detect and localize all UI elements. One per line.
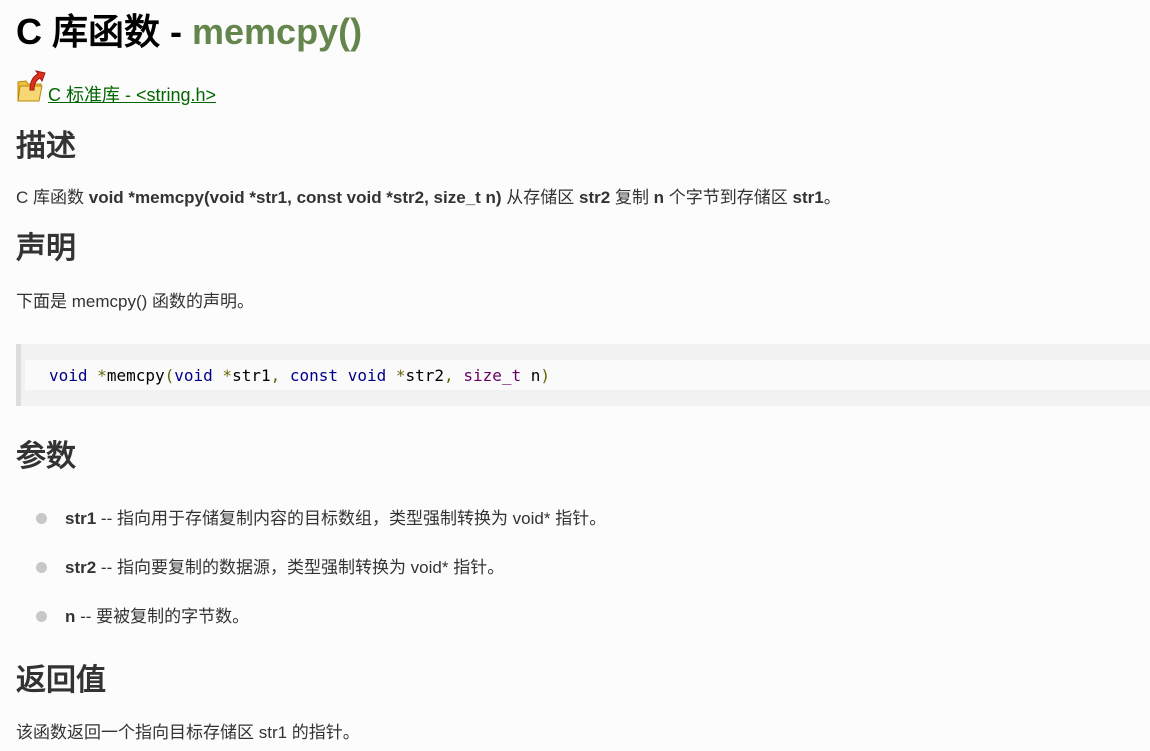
bullet-icon bbox=[36, 611, 47, 622]
code-token: * bbox=[395, 366, 406, 385]
bullet-icon bbox=[36, 562, 47, 573]
parameter-desc: -- 指向要复制的数据源，类型强制转换为 void* 指针。 bbox=[96, 558, 505, 577]
parameter-name: str2 bbox=[65, 558, 97, 577]
heading-declaration: 声明 bbox=[16, 232, 76, 265]
description-mid1: 从存储区 bbox=[501, 188, 580, 207]
code-token: size_t bbox=[463, 366, 522, 385]
code-token: n bbox=[521, 366, 541, 385]
heading-description: 描述 bbox=[16, 130, 76, 163]
code-token: const bbox=[289, 366, 339, 385]
heading-parameters: 参数 bbox=[16, 440, 76, 473]
parameter-desc: -- 要被复制的字节数。 bbox=[75, 607, 250, 626]
list-item: n -- 要被复制的字节数。 bbox=[16, 598, 1150, 647]
title-prefix: C 库函数 - bbox=[16, 11, 192, 52]
description-prefix: C 库函数 bbox=[16, 188, 89, 207]
code-token: , bbox=[444, 366, 454, 385]
bullet-icon bbox=[36, 513, 47, 524]
parameter-list: str1 -- 指向用于存储复制内容的目标数组，类型强制转换为 void* 指针… bbox=[16, 500, 1150, 647]
title-function-name: memcpy() bbox=[192, 11, 363, 52]
declaration-intro: 下面是 memcpy() 函数的声明。 bbox=[16, 292, 254, 311]
back-link-c-standard-library[interactable]: C 标准库 - <string.h> bbox=[48, 84, 216, 106]
description-mid2: 复制 bbox=[610, 188, 654, 207]
code-token: void bbox=[174, 366, 213, 385]
code-declaration: void *memcpy(void *str1, const void *str… bbox=[49, 366, 550, 386]
code-line-background: void *memcpy(void *str1, const void *str… bbox=[25, 360, 1150, 390]
parameter-text: str1 -- 指向用于存储复制内容的目标数组，类型强制转换为 void* 指针… bbox=[65, 507, 606, 531]
code-token: void bbox=[347, 366, 387, 385]
description-signature: void *memcpy(void *str1, const void *str… bbox=[88, 188, 502, 207]
folder-up-arrow-icon bbox=[17, 70, 46, 102]
code-token: memcpy bbox=[106, 366, 165, 385]
code-block: void *memcpy(void *str1, const void *str… bbox=[16, 344, 1150, 406]
code-token: * bbox=[222, 366, 233, 385]
parameter-text: n -- 要被复制的字节数。 bbox=[65, 605, 249, 629]
parameter-desc: -- 指向用于存储复制内容的目标数组，类型强制转换为 void* 指针。 bbox=[96, 509, 607, 528]
code-token: str1 bbox=[232, 366, 271, 385]
parameter-name: n bbox=[65, 607, 76, 626]
description-text: C 库函数 void *memcpy(void *str1, const voi… bbox=[16, 186, 841, 210]
parameter-name: str1 bbox=[65, 509, 97, 528]
code-token: , bbox=[270, 366, 281, 385]
heading-return-value: 返回值 bbox=[16, 664, 106, 697]
code-token: * bbox=[97, 366, 107, 385]
code-token: void bbox=[49, 366, 88, 385]
code-token: str2 bbox=[405, 366, 445, 385]
description-mid3: 个字节到存储区 bbox=[664, 188, 793, 207]
description-dest: str1 bbox=[792, 188, 824, 207]
list-item: str2 -- 指向要复制的数据源，类型强制转换为 void* 指针。 bbox=[16, 549, 1150, 598]
code-token: ) bbox=[540, 366, 551, 385]
list-item: str1 -- 指向用于存储复制内容的目标数组，类型强制转换为 void* 指针… bbox=[16, 500, 1150, 549]
page-title: C 库函数 - memcpy() bbox=[16, 8, 362, 56]
parameter-text: str2 -- 指向要复制的数据源，类型强制转换为 void* 指针。 bbox=[65, 556, 504, 580]
code-token: ( bbox=[164, 366, 175, 385]
return-value-text: 该函数返回一个指向目标存储区 str1 的指针。 bbox=[16, 723, 360, 742]
description-end: 。 bbox=[823, 188, 841, 207]
description-src: str2 bbox=[579, 188, 611, 207]
description-n: n bbox=[653, 188, 665, 207]
